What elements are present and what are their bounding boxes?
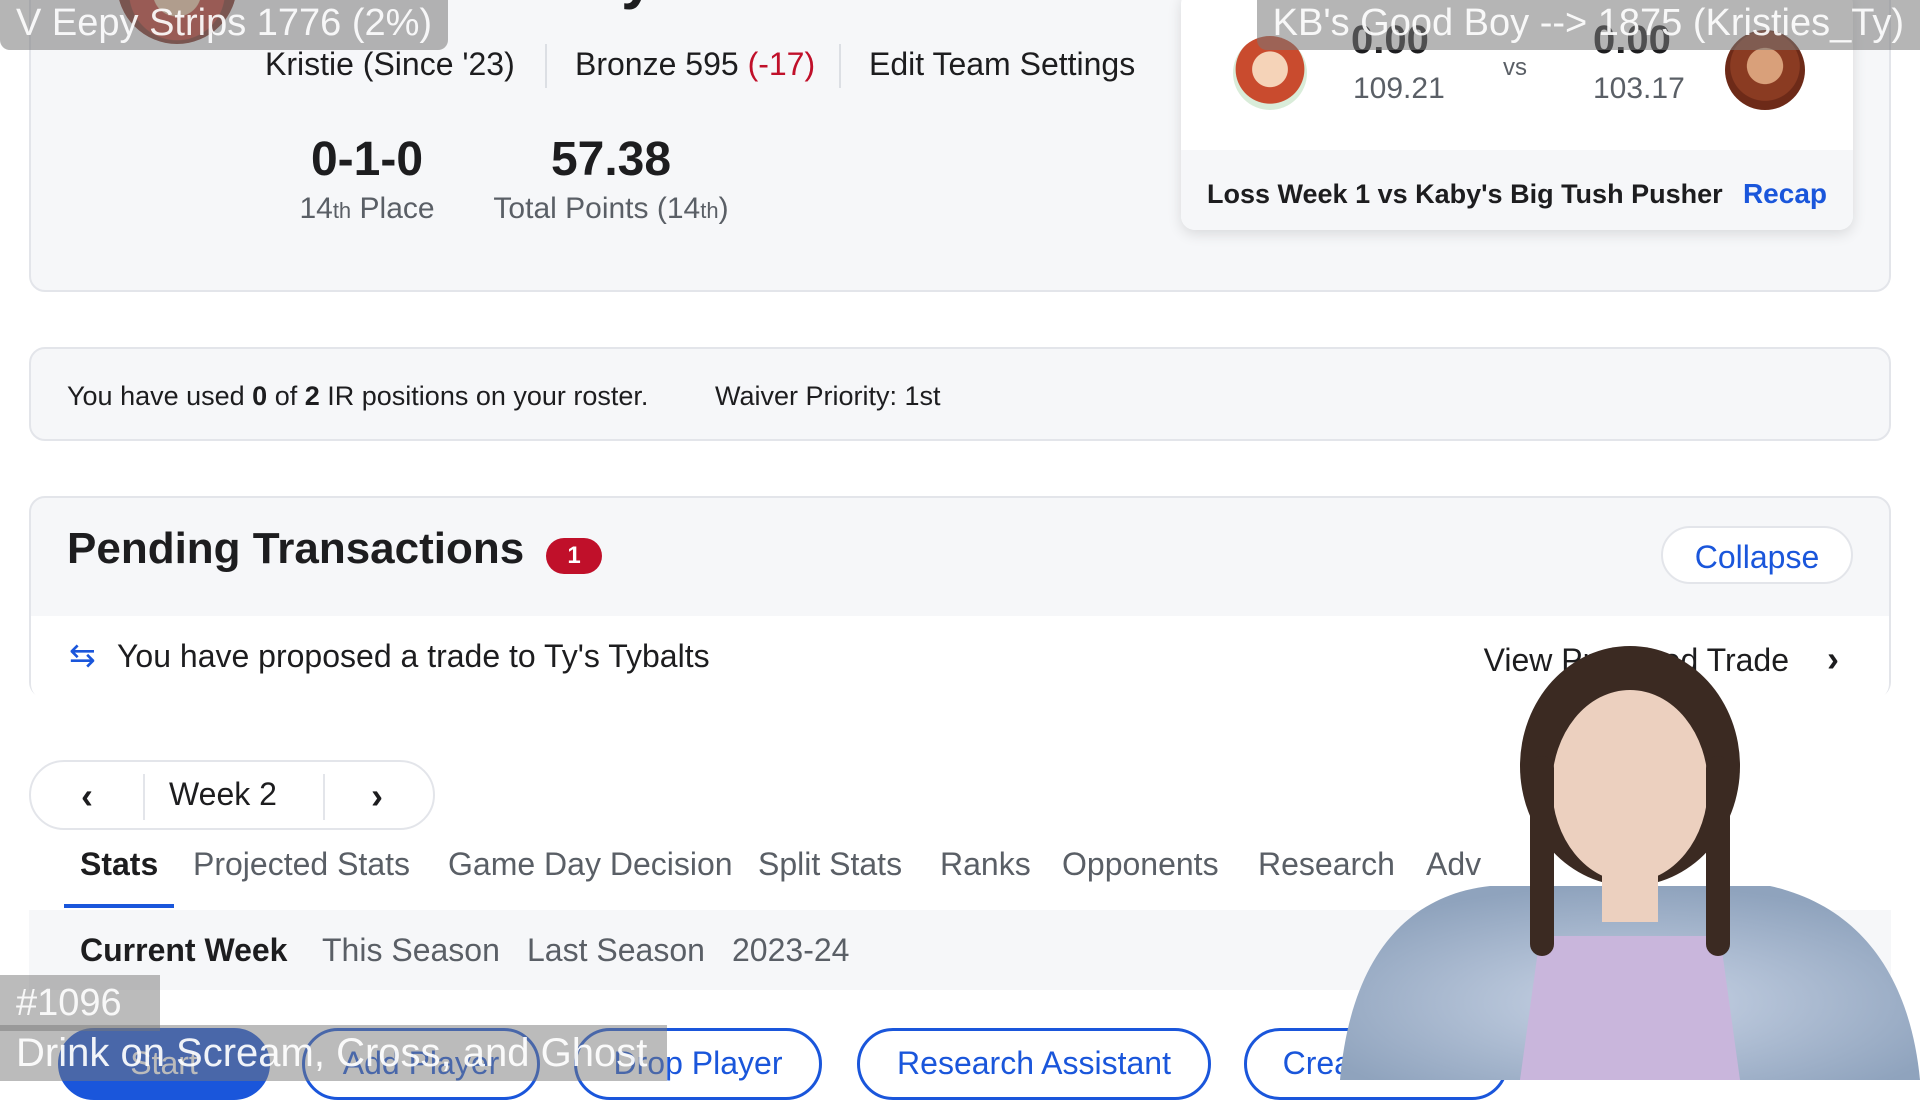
tab-projected-stats[interactable]: Projected Stats xyxy=(193,846,410,883)
ir-status-card: You have used 0 of 2 IR positions on you… xyxy=(29,347,1891,441)
total-points-label: Total Points (14th) xyxy=(451,192,771,226)
rank-change: (-17) xyxy=(747,46,816,82)
tab-game-day-decision[interactable]: Game Day Decision xyxy=(448,846,733,883)
stream-title-overlay: Drink on Scream, Cross, and Ghost xyxy=(0,1025,668,1081)
team-owner: Kristie (Since '23) xyxy=(265,46,515,82)
stream-number-overlay: #1096 xyxy=(0,975,160,1031)
matchup-result: Loss Week 1 vs Kaby's Big Tush Pusher xyxy=(1207,179,1723,209)
opponent-projected: 103.17 xyxy=(1593,72,1685,105)
week-selector: ‹ Week 2 › xyxy=(29,760,435,830)
ir-text-post: IR positions on your roster. xyxy=(319,381,649,411)
edit-team-settings-link[interactable]: Edit Team Settings xyxy=(869,46,1135,83)
ir-usage-text: You have used 0 of 2 IR positions on you… xyxy=(67,381,648,412)
my-projected: 109.21 xyxy=(1353,72,1445,105)
subtab-this-season[interactable]: This Season xyxy=(322,932,500,969)
recap-link[interactable]: Recap xyxy=(1743,178,1827,210)
team-rank: Bronze 595 (-17) xyxy=(575,46,815,83)
total-points-label-suffix: th xyxy=(700,198,719,223)
place-number: 14 xyxy=(299,192,333,225)
place-word: Place xyxy=(359,192,435,225)
vs-label: vs xyxy=(1503,54,1527,81)
chevron-right-icon[interactable]: › xyxy=(347,770,407,822)
team-place: 14th Place xyxy=(267,192,467,226)
subtab-2023-24[interactable]: 2023-24 xyxy=(732,932,849,969)
trade-proposal-text: You have proposed a trade to Ty's Tybalt… xyxy=(117,638,710,674)
ir-text-mid: of xyxy=(267,381,305,411)
subtab-last-season[interactable]: Last Season xyxy=(527,932,705,969)
webcam-overlay xyxy=(1340,646,1920,1080)
subtab-current-week[interactable]: Current Week xyxy=(80,932,287,969)
waiver-priority: Waiver Priority: 1st xyxy=(715,381,941,411)
collapse-button[interactable]: Collapse xyxy=(1661,526,1853,584)
chevron-left-icon[interactable]: ‹ xyxy=(57,770,117,822)
research-assistant-button[interactable]: Research Assistant xyxy=(857,1028,1211,1100)
divider xyxy=(545,44,547,88)
tab-split-stats[interactable]: Split Stats xyxy=(758,846,902,883)
active-tab-indicator xyxy=(64,904,174,908)
pending-transactions-title: Pending Transactions xyxy=(67,524,525,573)
ir-used: 0 xyxy=(252,381,268,411)
divider xyxy=(839,44,841,88)
total-points-label-post: ) xyxy=(718,192,729,225)
tab-ranks[interactable]: Ranks xyxy=(940,846,1031,883)
tab-stats[interactable]: Stats xyxy=(80,846,158,883)
divider xyxy=(323,774,325,820)
place-suffix: th xyxy=(332,198,352,223)
pending-count-badge: 1 xyxy=(546,538,602,574)
ir-total: 2 xyxy=(304,381,320,411)
stream-overlay-right-banner: KB's Good Boy --> 1875 (Kristies_Ty) xyxy=(1256,0,1920,50)
matchup-footer: Loss Week 1 vs Kaby's Big Tush Pusher Re… xyxy=(1181,150,1853,230)
total-points-value: 57.38 xyxy=(550,133,672,186)
rank-label: Bronze 595 xyxy=(575,46,739,82)
stream-overlay-left-banner: V Eepy Strips 1776 (2%) xyxy=(0,0,449,50)
tab-opponents[interactable]: Opponents xyxy=(1062,846,1219,883)
week-label[interactable]: Week 2 xyxy=(143,776,303,813)
team-record: 0-1-0 xyxy=(310,133,424,186)
ir-text-pre: You have used xyxy=(67,381,253,411)
total-points-label-pre: Total Points (14 xyxy=(493,192,701,225)
swap-arrows-icon: ⇆ xyxy=(69,637,96,673)
